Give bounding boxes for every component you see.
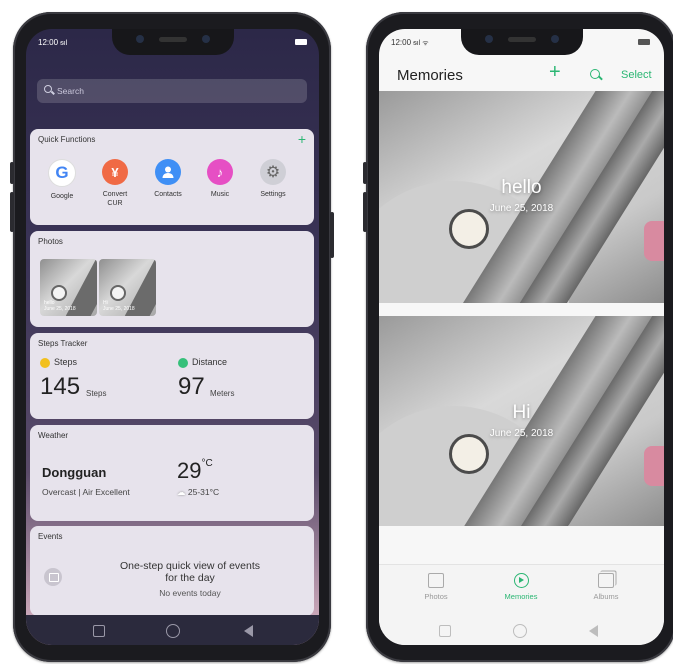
albums-icon [598,573,614,588]
events-card[interactable]: Events One-step quick view of events for … [30,526,314,616]
add-quick-function-button[interactable]: + [298,131,306,147]
left-screen: 12:00 ᵴıl Search Quick Functions + G Goo… [26,29,319,645]
settings-icon: ⚙ [260,159,286,185]
tab-photos[interactable]: Photos [406,573,466,601]
home-icon[interactable] [513,624,527,638]
left-phone: 12:00 ᵴıl Search Quick Functions + G Goo… [10,12,334,662]
photos-card: Photos hello June 25, 2018 Hi June 25, 201… [30,231,314,327]
memory-date: June 25, 2018 [489,203,554,214]
memory-title: hello [501,177,542,198]
home-icon[interactable] [166,624,180,638]
volume-up-button [363,162,367,184]
tab-label: Memories [504,592,538,601]
quick-functions-card: Quick Functions + G Google ¥ Convert CUR… [30,129,314,225]
events-message: One-step quick view of events for the day [119,560,261,584]
quick-function-label: Google [50,193,74,200]
weather-condition: Overcast | Air Excellent [42,487,130,497]
memory-title: Hi [512,402,531,423]
quick-function-label: Convert CUR [102,191,128,207]
memory-card[interactable]: hello June 25, 2018 [379,91,664,303]
contacts-icon [155,159,181,185]
back-icon[interactable] [244,625,253,637]
quick-function-convert-cur[interactable]: ¥ Convert CUR [93,159,137,208]
notch [460,29,583,55]
quick-function-music[interactable]: ♪ Music [198,159,242,199]
search-placeholder: Search [57,86,84,96]
search-input[interactable]: Search [37,79,307,103]
quick-function-settings[interactable]: ⚙ Settings [251,159,295,199]
status-time: 12:00 ᵴıl [38,38,68,47]
back-icon[interactable] [589,625,598,637]
calendar-icon [44,568,62,586]
quick-function-label: Contacts [154,191,182,198]
volume-down-button [363,192,367,232]
photo-thumbnail[interactable]: hello June 25, 2018 [40,259,97,316]
quick-function-label: Music [210,191,230,198]
quick-functions-title: Quick Functions [38,135,96,144]
navigation-bar [26,615,319,645]
steps-tracker-card[interactable]: Steps Tracker Steps 145 Steps Distance 9… [30,333,314,419]
page-title: Memories [397,67,463,84]
steps-value: 145 [40,373,81,400]
weather-city: Dongguan [42,465,107,480]
weather-title: Weather [38,431,69,440]
music-icon: ♪ [207,159,233,185]
weather-card[interactable]: Weather Dongguan Overcast | Air Excellen… [30,425,314,521]
steps-tracker-title: Steps Tracker [38,339,88,348]
right-screen: 12:00 ᵴıl ᯤ Memories + Select hello June… [379,29,664,645]
battery-icon [638,39,650,45]
currency-icon: ¥ [102,159,128,185]
distance-icon [178,357,188,368]
steps-icon [40,357,50,368]
events-empty: No events today [159,588,221,598]
weather-temperature: 29°C [177,458,213,483]
quick-function-label: Settings [260,191,286,198]
search-icon[interactable] [590,69,600,79]
photo-thumbnail[interactable]: Hi June 25, 2018 [99,259,156,316]
tab-label: Albums [593,592,619,601]
google-icon: G [48,159,76,187]
select-button[interactable]: Select [621,69,652,81]
navigation-bar [379,615,664,645]
steps-label: Steps [40,357,77,368]
photos-title: Photos [38,237,63,246]
events-title: Events [38,532,63,541]
tab-memories[interactable]: Memories [491,573,551,601]
add-memory-button[interactable]: + [549,61,561,84]
distance-label: Distance [178,357,227,368]
volume-down-button [10,192,14,232]
search-icon [44,85,52,93]
notch [111,29,234,55]
bottom-tab-bar: Photos Memories Albums [379,564,664,616]
volume-up-button [10,162,14,184]
tab-albums[interactable]: Albums [576,573,636,601]
memory-card[interactable]: Hi June 25, 2018 [379,316,664,526]
status-time: 12:00 ᵴıl ᯤ [391,38,429,47]
recent-apps-icon[interactable] [93,625,105,637]
quick-function-google[interactable]: G Google [40,159,84,201]
tab-label: Photos [424,592,448,601]
steps-unit: Steps [86,389,107,398]
battery-icon [295,39,307,45]
recent-apps-icon[interactable] [439,625,451,637]
quick-function-contacts[interactable]: Contacts [146,159,190,199]
distance-value: 97 [178,373,205,400]
weather-range: ☁ 25-31°C [177,487,220,497]
thumb-date: June 25, 2018 [44,306,76,312]
memories-play-icon [513,573,529,588]
photos-icon [428,573,444,588]
power-button [330,212,334,258]
distance-unit: Meters [210,389,235,398]
thumb-date: June 25, 2018 [103,306,135,312]
memory-date: June 25, 2018 [489,428,554,439]
cloud-icon: ☁ [177,487,186,497]
right-phone: 12:00 ᵴıl ᯤ Memories + Select hello June… [363,12,673,662]
